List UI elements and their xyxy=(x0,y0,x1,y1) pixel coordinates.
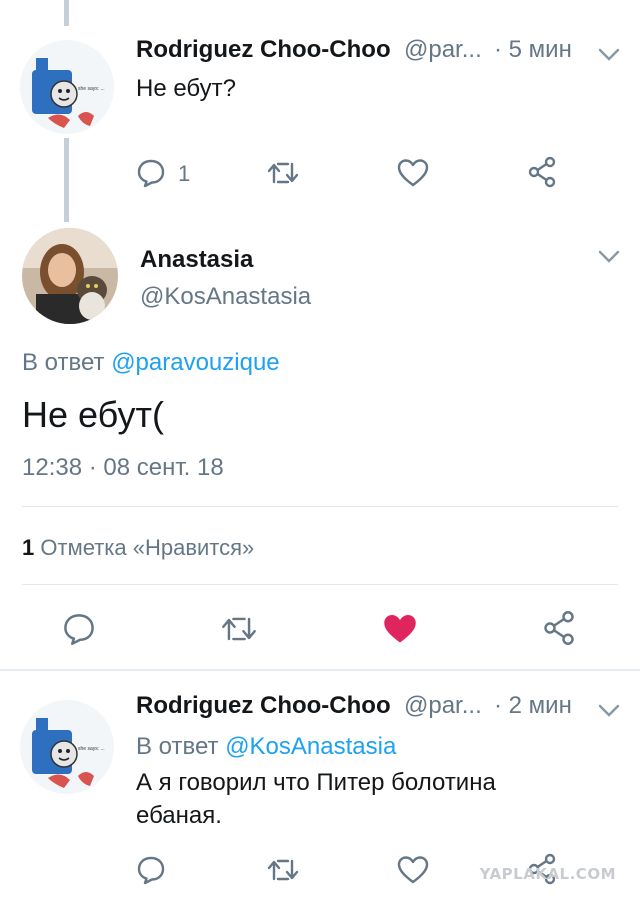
like-icon-filled[interactable] xyxy=(382,612,418,646)
reply-prefix: В ответ xyxy=(22,349,105,376)
likes-summary[interactable]: 1 Отметка «Нравится» xyxy=(22,535,254,561)
avatar[interactable]: she says: ... xyxy=(20,40,114,134)
author-handle[interactable]: @par... xyxy=(404,36,482,64)
author-name[interactable]: Anastasia xyxy=(140,246,253,274)
author-handle[interactable]: @KosAnastasia xyxy=(140,283,311,311)
reply-context: В ответ @paravouzique xyxy=(22,349,280,377)
avatar[interactable]: she says: ... xyxy=(20,700,114,794)
reply-context: В ответ @KosAnastasia xyxy=(136,733,396,761)
chevron-down-icon[interactable] xyxy=(598,250,620,264)
thread-line-middle xyxy=(64,138,69,222)
divider xyxy=(22,506,618,507)
author-handle[interactable]: @par... xyxy=(404,692,482,720)
tweet-separator xyxy=(0,669,640,671)
share-icon[interactable] xyxy=(527,156,557,188)
likes-label: Отметка «Нравится» xyxy=(40,535,255,560)
retweet-icon[interactable] xyxy=(220,612,258,646)
tweet-text: Не ебут? xyxy=(136,75,236,102)
reply-count: 1 xyxy=(178,161,191,186)
tweet-text-line: ебаная. xyxy=(136,802,222,829)
author-name[interactable]: Rodriguez Choo-Choo xyxy=(136,692,391,720)
reply-prefix: В ответ xyxy=(136,733,219,760)
like-icon[interactable] xyxy=(397,855,429,885)
tweet-text-line: А я говорил что Питер болотина xyxy=(136,769,496,796)
chevron-down-icon[interactable] xyxy=(598,704,620,718)
avatar[interactable] xyxy=(22,228,118,324)
thread-line-top xyxy=(64,0,69,26)
avatar-caption: she says: ... xyxy=(78,746,105,752)
tweet-text: А я говорил что Питер болотина ебаная. xyxy=(136,766,496,832)
chevron-down-icon[interactable] xyxy=(598,48,620,62)
retweet-icon[interactable] xyxy=(266,855,300,885)
like-icon[interactable] xyxy=(397,158,429,188)
share-icon[interactable] xyxy=(542,610,576,646)
tweet-time: · 2 мин xyxy=(494,692,572,719)
tweet-text: Не ебут( xyxy=(22,394,164,435)
avatar-caption: she says: ... xyxy=(78,86,105,92)
reply-to-link[interactable]: @paravouzique xyxy=(111,349,279,376)
reply-icon[interactable] xyxy=(136,855,166,885)
author-name[interactable]: Rodriguez Choo-Choo xyxy=(136,36,391,64)
likes-count: 1 xyxy=(22,535,35,560)
user-photo-icon xyxy=(22,228,118,324)
reply-icon[interactable] xyxy=(62,612,96,646)
reply-to-link[interactable]: @KosAnastasia xyxy=(225,733,396,760)
reply-icon[interactable] xyxy=(136,158,166,188)
tweet-timestamp[interactable]: 12:38 · 08 сент. 18 xyxy=(22,454,224,482)
watermark: YAPLAKAL.COM xyxy=(479,865,616,883)
divider xyxy=(22,584,618,585)
tweet-time: · 5 мин xyxy=(494,36,572,63)
retweet-icon[interactable] xyxy=(266,158,300,188)
